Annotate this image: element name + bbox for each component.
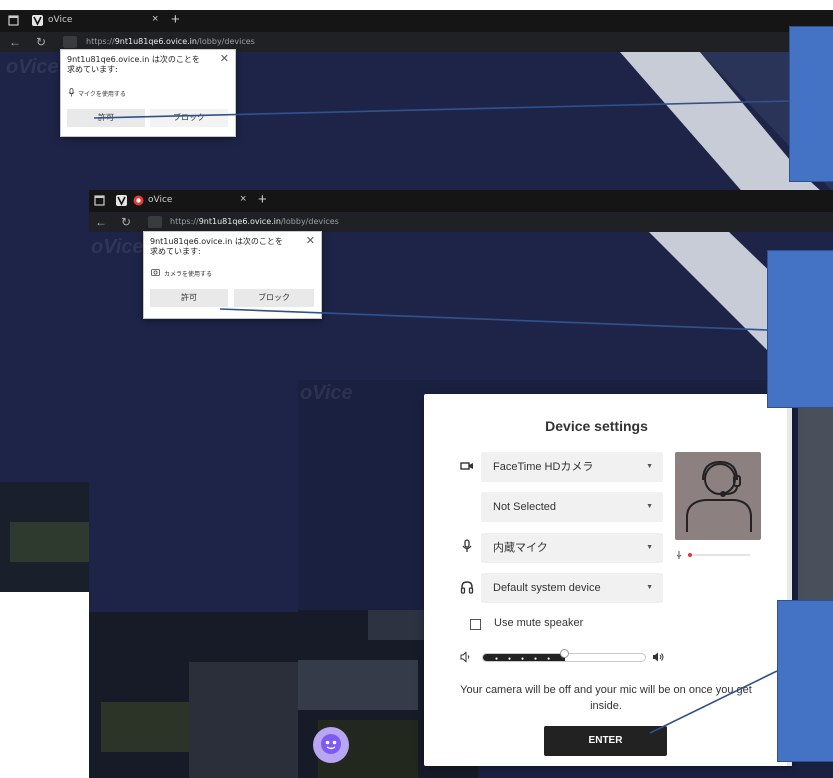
microphone-select-value: 内蔵マイク xyxy=(493,542,548,554)
volume-low-icon xyxy=(460,651,470,663)
annotation-callout-box xyxy=(789,26,833,182)
browser-tab-bar: oVice × + xyxy=(0,10,833,32)
ovice-logo: oVice xyxy=(91,236,144,258)
chat-bot-icon xyxy=(321,734,341,754)
person-headset-icon xyxy=(686,460,752,532)
new-tab-icon[interactable]: + xyxy=(258,191,267,208)
ovice-logo: oVice xyxy=(6,56,59,78)
microphone-icon xyxy=(68,88,75,97)
recording-icon xyxy=(133,195,144,206)
reload-icon[interactable]: ↻ xyxy=(36,35,46,49)
permission-message: 9nt1u81qe6.ovice.in は次のことを求めています: xyxy=(67,55,200,74)
window-icon[interactable] xyxy=(94,195,105,206)
volume-slider-ticks: ●●●●● xyxy=(495,656,561,662)
enter-button[interactable]: ENTER xyxy=(544,726,667,756)
lock-icon[interactable] xyxy=(63,36,77,48)
microphone-select[interactable]: 内蔵マイク ▼ xyxy=(481,533,663,563)
volume-high-icon xyxy=(653,652,664,662)
annotation-callout-box xyxy=(767,250,833,408)
camera-permission-popup: 9nt1u81qe6.ovice.in は次のことを求めています: ✕ カメラを… xyxy=(143,231,322,319)
browser-tab-bar: oVice × + xyxy=(89,190,833,212)
permission-message: 9nt1u81qe6.ovice.in は次のことを求めています: xyxy=(150,237,283,256)
ovice-logo: oVice xyxy=(300,382,353,404)
allow-button[interactable]: 許可 xyxy=(150,289,228,307)
back-icon[interactable]: ← xyxy=(95,215,107,229)
chevron-down-icon: ▼ xyxy=(646,544,653,551)
video-camera-icon xyxy=(460,462,473,470)
headphones-icon xyxy=(460,581,474,594)
address-bar: ← ↻ https://9nt1u81qe6.ovice.in/lobby/de… xyxy=(89,212,833,232)
url-field[interactable]: https://9nt1u81qe6.ovice.in/lobby/device… xyxy=(170,217,339,226)
allow-button[interactable]: 許可 xyxy=(67,109,145,127)
camera-preview xyxy=(675,452,761,540)
close-icon[interactable]: ✕ xyxy=(220,52,229,65)
permission-type: カメラを使用する xyxy=(164,271,213,278)
mic-level-meter xyxy=(676,551,750,559)
microphone-permission-popup: 9nt1u81qe6.ovice.in は次のことを求めています: ✕ マイクを… xyxy=(60,49,236,137)
chat-bot-button[interactable] xyxy=(313,727,349,763)
window-icon[interactable] xyxy=(8,15,19,26)
speaker-select-value: Default system device xyxy=(493,582,601,594)
block-button[interactable]: ブロック xyxy=(150,109,228,127)
chevron-down-icon: ▼ xyxy=(646,503,653,510)
close-tab-icon[interactable]: × xyxy=(240,193,246,205)
camera-select[interactable]: FaceTime HDカメラ ▼ xyxy=(481,452,663,482)
permission-type: マイクを使用する xyxy=(78,91,126,98)
dialog-title: Device settings xyxy=(545,418,648,434)
annotation-callout-box xyxy=(777,600,833,762)
tab-title[interactable]: oVice xyxy=(48,15,72,25)
camera-select-value: FaceTime HDカメラ xyxy=(493,461,594,473)
secondary-device-select[interactable]: Not Selected ▼ xyxy=(481,492,663,522)
microphone-icon xyxy=(462,539,472,552)
new-tab-icon[interactable]: + xyxy=(171,11,180,28)
camera-icon xyxy=(151,269,160,276)
tab-title[interactable]: oVice xyxy=(148,195,172,205)
chevron-down-icon: ▼ xyxy=(646,463,653,470)
vivaldi-logo-icon xyxy=(116,195,127,206)
back-icon[interactable]: ← xyxy=(9,35,21,49)
speaker-select[interactable]: Default system device ▼ xyxy=(481,573,663,603)
close-tab-icon[interactable]: × xyxy=(152,13,158,25)
vivaldi-logo-icon xyxy=(32,15,43,26)
reload-icon[interactable]: ↻ xyxy=(121,215,131,229)
secondary-select-value: Not Selected xyxy=(493,501,556,513)
block-button[interactable]: ブロック xyxy=(234,289,314,307)
lock-icon[interactable] xyxy=(148,216,162,228)
info-text: Your camera will be off and your mic wil… xyxy=(460,684,752,712)
device-settings-dialog: Device settings FaceTime HDカメラ ▼ Not Sel… xyxy=(424,394,792,766)
url-field[interactable]: https://9nt1u81qe6.ovice.in/lobby/device… xyxy=(86,37,255,46)
mute-speaker-label: Use mute speaker xyxy=(494,617,584,629)
chevron-down-icon: ▼ xyxy=(646,584,653,591)
volume-slider-thumb[interactable] xyxy=(560,649,569,658)
close-icon[interactable]: ✕ xyxy=(306,234,315,247)
mute-speaker-checkbox[interactable] xyxy=(470,619,481,630)
